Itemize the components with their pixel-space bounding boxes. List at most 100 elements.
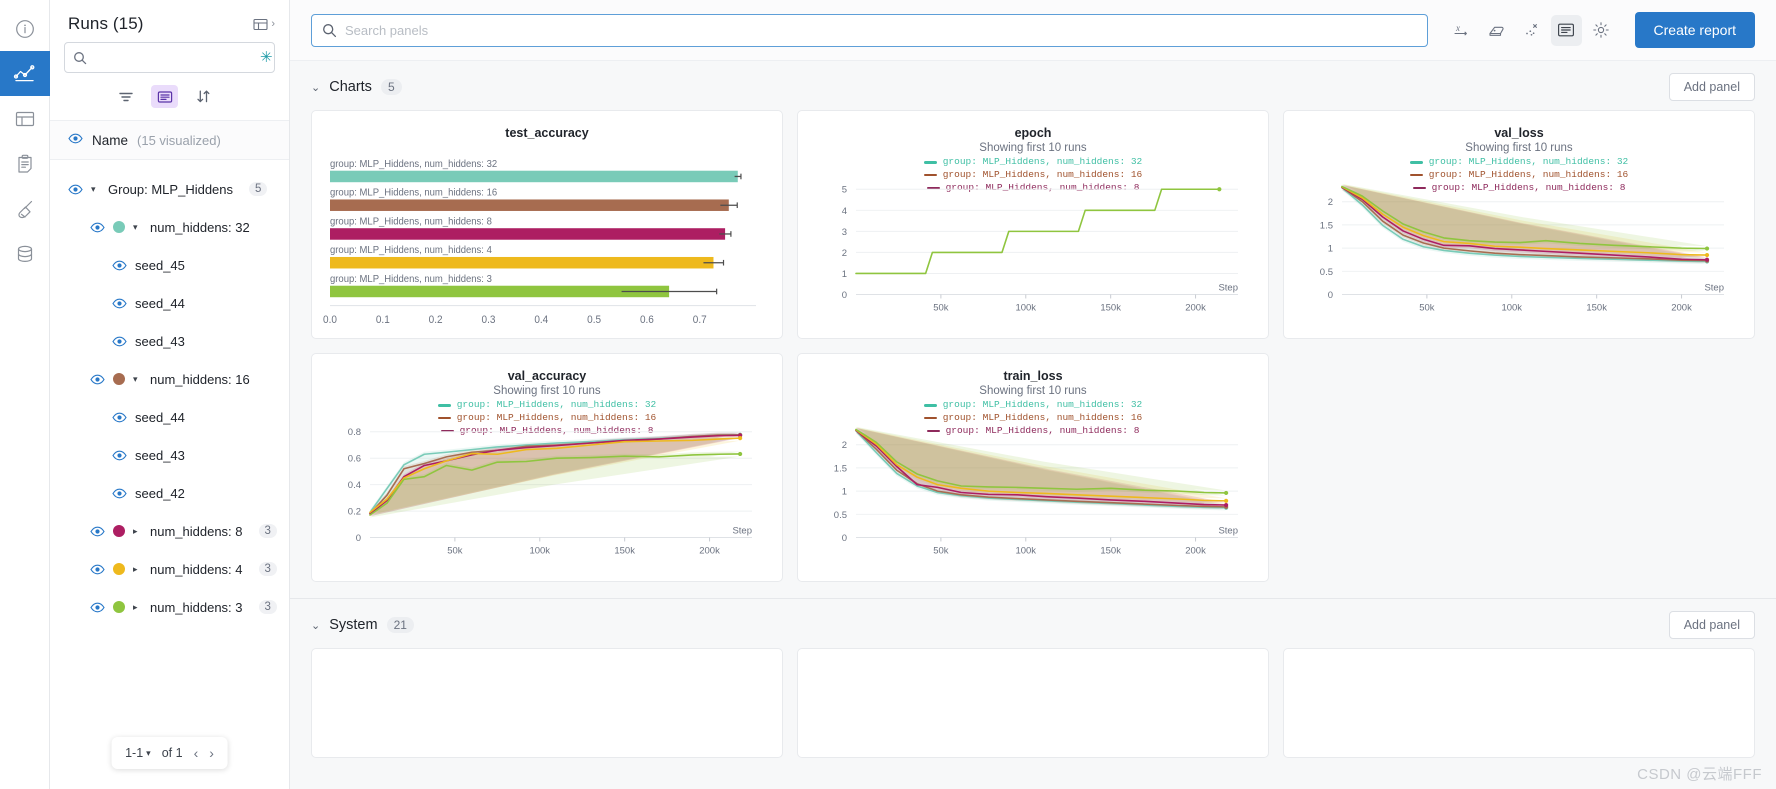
info-icon[interactable] — [0, 6, 50, 51]
add-panel-button-charts[interactable]: Add panel — [1668, 73, 1755, 101]
svg-text:50k: 50k — [933, 545, 949, 556]
chart-panel-val-accuracy[interactable]: val_accuracy Showing first 10 runs group: … — [311, 353, 783, 582]
clipboard-icon[interactable] — [0, 141, 50, 186]
chart-panel-val-loss[interactable]: val_loss Showing first 10 runs group: MLP_… — [1283, 110, 1755, 339]
page-range-select[interactable]: 1-1 ▾ — [125, 746, 151, 760]
run-tree-row[interactable]: seed_43 — [50, 436, 289, 474]
runs-search-input[interactable] — [93, 50, 254, 65]
chart-title: test_accuracy — [505, 126, 589, 140]
add-panel-button-system[interactable]: Add panel — [1668, 611, 1755, 639]
eye-icon[interactable] — [90, 526, 105, 537]
eye-icon[interactable] — [90, 374, 105, 385]
run-tree-row[interactable]: seed_45 — [50, 246, 289, 284]
runs-tree: ▾ Group: MLP_Hiddens 5 ▾ num_hiddens: 32 seed… — [50, 160, 289, 789]
prev-page-button[interactable]: ‹ — [194, 745, 199, 761]
chart-plot-area[interactable]: 0 0.2 0.4 0.6 0.8 50k 100k 150k 200k Step — [312, 410, 782, 581]
svg-text:0.5: 0.5 — [834, 510, 847, 521]
search-icon — [322, 23, 337, 38]
eye-icon[interactable] — [112, 450, 127, 461]
database-icon[interactable] — [0, 231, 50, 276]
system-panel[interactable] — [311, 648, 783, 758]
system-panel[interactable] — [797, 648, 1269, 758]
create-report-button[interactable]: Create report — [1634, 12, 1755, 48]
svg-text:0: 0 — [842, 290, 847, 301]
eye-icon[interactable] — [68, 131, 83, 149]
chevron-down-icon[interactable]: ⌄ — [311, 81, 320, 94]
chart-panel-epoch[interactable]: epoch Showing first 10 runs group: MLP_Hid… — [797, 110, 1269, 339]
svg-text:200k: 200k — [1671, 302, 1692, 313]
eye-icon[interactable] — [112, 488, 127, 499]
panels-scroll-area[interactable]: ⌄ Charts 5 Add panel test_accuracy group:… — [290, 61, 1776, 789]
x-axis-icon[interactable]: x — [1446, 15, 1477, 46]
filter-icon[interactable] — [112, 85, 139, 108]
run-group-count: 3 — [258, 524, 277, 538]
runs-search-box[interactable]: ✳ — [64, 42, 275, 73]
svg-text:0.5: 0.5 — [1320, 267, 1333, 278]
name-column-header[interactable]: Name (15 visualized) — [50, 120, 289, 160]
next-page-button[interactable]: › — [209, 745, 214, 761]
chart-panel-train-loss[interactable]: train_loss Showing first 10 runs group: ML… — [797, 353, 1269, 582]
run-color-swatch — [113, 221, 125, 233]
run-tree-row[interactable]: ▸ num_hiddens: 8 3 — [50, 512, 289, 550]
smoothing-icon[interactable] — [1481, 15, 1512, 46]
main-area: x — [290, 0, 1776, 789]
run-tree-row[interactable]: ▾ Group: MLP_Hiddens 5 — [50, 170, 289, 208]
run-tree-row[interactable]: ▾ num_hiddens: 32 — [50, 208, 289, 246]
run-tree-row[interactable]: seed_44 — [50, 398, 289, 436]
eye-icon[interactable] — [68, 184, 83, 195]
run-color-swatch — [113, 525, 125, 537]
chart-line-icon[interactable] — [0, 51, 50, 96]
eye-icon[interactable] — [90, 602, 105, 613]
run-tree-row[interactable]: ▸ num_hiddens: 3 3 — [50, 588, 289, 626]
svg-text:0.5: 0.5 — [587, 315, 601, 326]
panel-layout-icon[interactable] — [1550, 14, 1582, 46]
charts-section-header: ⌄ Charts 5 Add panel — [290, 61, 1776, 110]
svg-text:0: 0 — [356, 533, 361, 544]
run-tree-row[interactable]: seed_43 — [50, 322, 289, 360]
eye-icon[interactable] — [112, 260, 127, 271]
outliers-icon[interactable] — [1516, 15, 1547, 46]
chevron-right-icon[interactable]: ▸ — [133, 602, 142, 612]
chart-plot-area[interactable]: 0 0.5 1 1.5 2 50k 100k 150k 200k Step — [1284, 167, 1754, 338]
runs-tool-row — [50, 73, 289, 120]
sort-icon[interactable] — [190, 85, 217, 108]
run-tree-label: seed_45 — [135, 257, 185, 273]
table-icon[interactable] — [0, 96, 50, 141]
run-tree-label: num_hiddens: 4 — [150, 561, 243, 577]
chevron-down-icon[interactable]: ▾ — [133, 374, 142, 384]
svg-text:group: MLP_Hiddens, num_hidden: group: MLP_Hiddens, num_hiddens: 3 — [330, 274, 492, 285]
chevron-down-icon[interactable]: ▾ — [133, 222, 142, 232]
legend-swatch — [437, 404, 451, 407]
chevron-right-icon[interactable]: ▸ — [133, 526, 142, 536]
run-tree-row[interactable]: seed_44 — [50, 284, 289, 322]
charts-section-title: Charts — [329, 79, 372, 95]
expand-runs-table-button[interactable]: › — [253, 17, 275, 32]
run-tree-row[interactable]: seed_42 — [50, 474, 289, 512]
eye-icon[interactable] — [90, 222, 105, 233]
svg-text:2: 2 — [842, 440, 847, 451]
chart-plot-area[interactable]: group: MLP_Hiddens, num_hiddens: 32 group… — [312, 151, 782, 338]
eye-icon[interactable] — [112, 298, 127, 309]
svg-text:200k: 200k — [1185, 302, 1206, 313]
svg-text:0: 0 — [842, 533, 847, 544]
system-panel[interactable] — [1283, 648, 1755, 758]
chevron-right-icon[interactable]: ▸ — [133, 564, 142, 574]
eye-icon[interactable] — [112, 412, 127, 423]
gear-icon[interactable] — [1586, 15, 1617, 46]
eye-icon[interactable] — [90, 564, 105, 575]
regex-star-icon[interactable]: ✳ — [260, 50, 275, 65]
chevron-down-icon[interactable]: ⌄ — [311, 619, 320, 632]
run-tree-label: seed_43 — [135, 333, 185, 349]
broom-icon[interactable] — [0, 186, 50, 231]
chart-plot-area[interactable]: 0 1 2 3 4 5 50k 100k 150k 200k Step — [798, 167, 1268, 338]
chart-panel-test-accuracy[interactable]: test_accuracy group: MLP_Hiddens, num_hid… — [311, 110, 783, 339]
run-tree-row[interactable]: ▾ num_hiddens: 16 — [50, 360, 289, 398]
panel-search-box[interactable] — [311, 13, 1428, 47]
run-tree-row[interactable]: ▸ num_hiddens: 4 3 — [50, 550, 289, 588]
group-icon[interactable] — [151, 85, 178, 108]
name-label: Name — [92, 132, 129, 148]
chevron-down-icon[interactable]: ▾ — [91, 184, 100, 194]
chart-plot-area[interactable]: 0 0.5 1 1.5 2 50k 100k 150k 200k Step — [798, 410, 1268, 581]
eye-icon[interactable] — [112, 336, 127, 347]
panel-search-input[interactable] — [345, 22, 1417, 38]
